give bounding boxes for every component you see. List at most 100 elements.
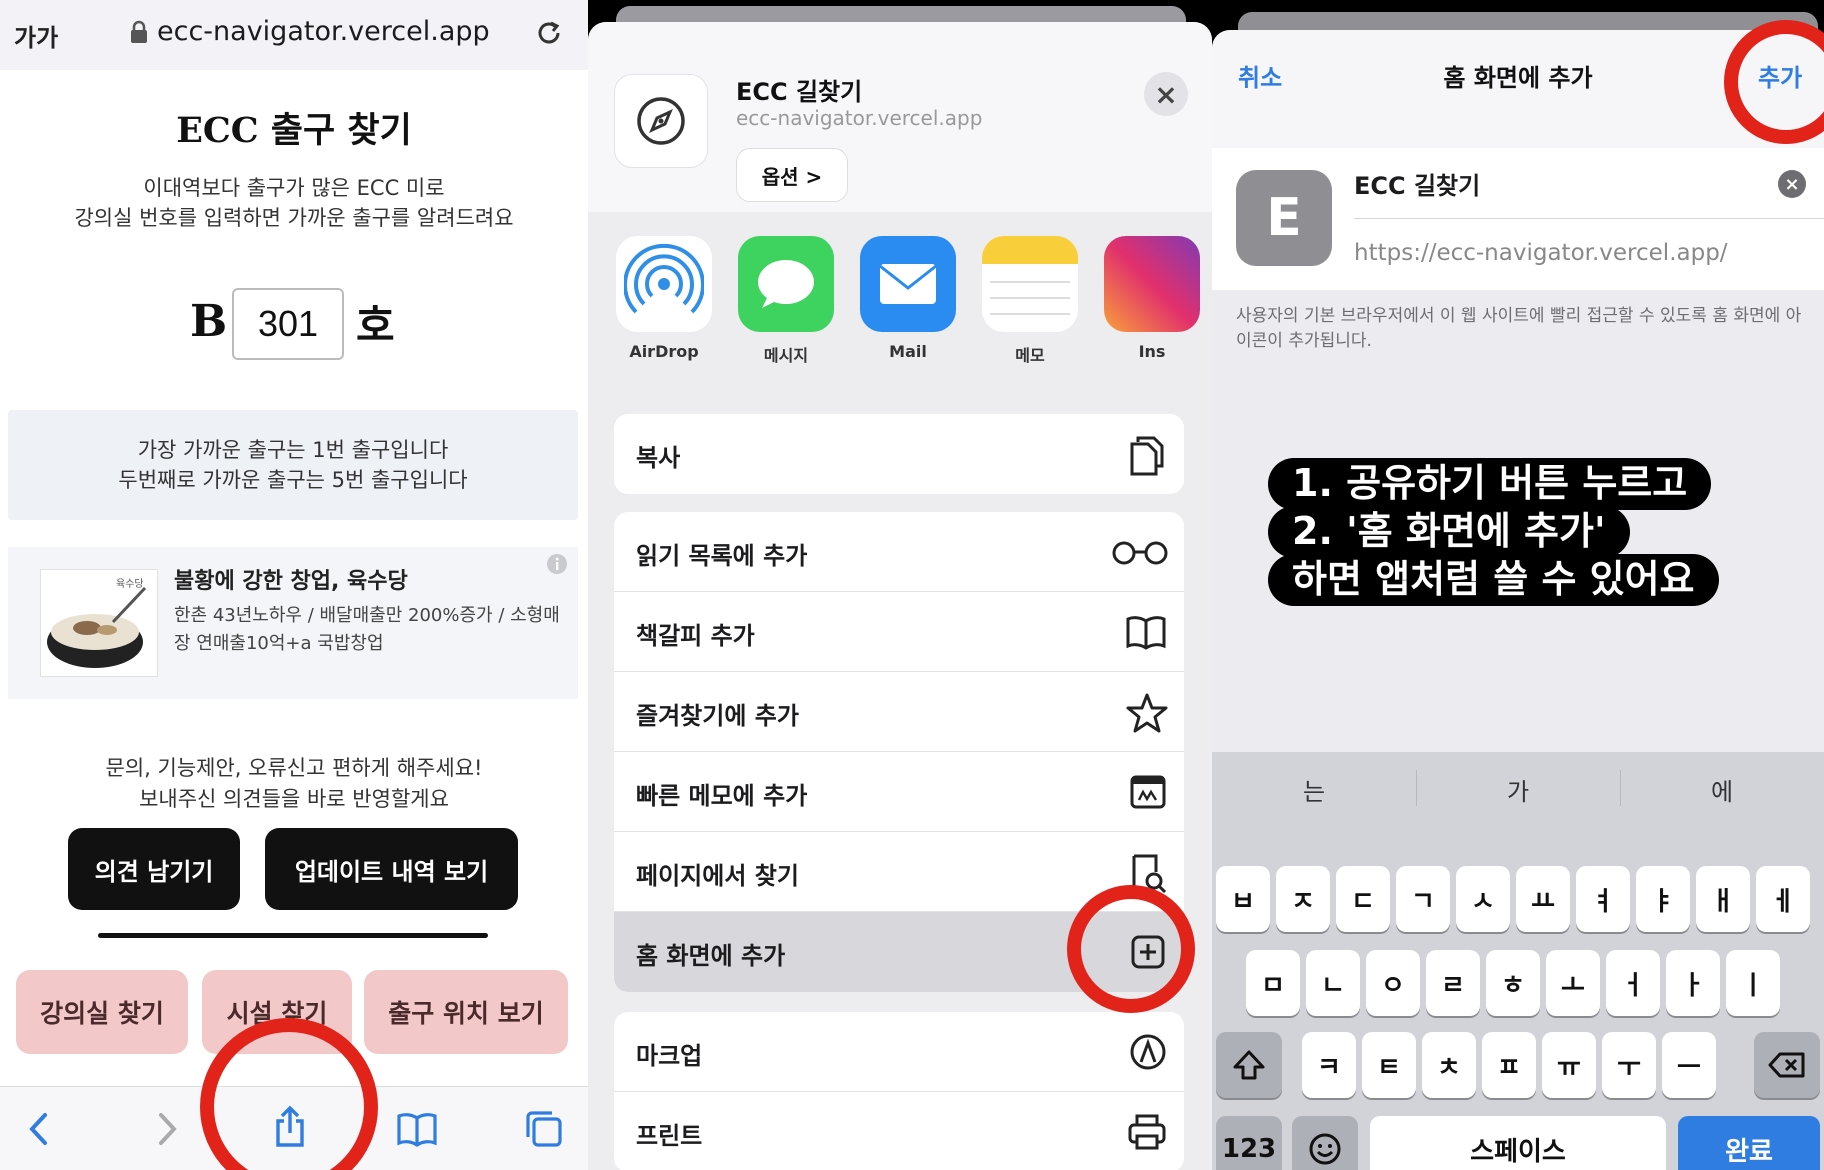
key-row3-4[interactable]: ㅍ <box>1482 1032 1536 1098</box>
key-row3-7[interactable]: ㅡ <box>1662 1032 1716 1098</box>
tab-exit-location[interactable]: 출구 위치 보기 <box>364 970 568 1054</box>
glasses-icon <box>1112 540 1168 566</box>
action-print[interactable]: 프린트 <box>614 1092 1184 1170</box>
tabs-icon[interactable] <box>524 1109 564 1149</box>
close-icon[interactable]: × <box>1144 72 1188 116</box>
key-row2-7[interactable]: ㅓ <box>1606 950 1660 1016</box>
numbers-key[interactable]: 123 <box>1216 1116 1282 1170</box>
options-button[interactable]: 옵션 > <box>736 148 848 202</box>
caption-line-2: 2. '홈 화면에 추가' <box>1268 506 1630 558</box>
key-row2-5[interactable]: ㅎ <box>1486 950 1540 1016</box>
divider <box>1354 218 1824 219</box>
suggestion-3[interactable]: 에 <box>1620 772 1824 807</box>
action-label: 책갈피 추가 <box>636 622 755 650</box>
action-label: 홈 화면에 추가 <box>636 942 786 970</box>
suggestion-2[interactable]: 가 <box>1416 772 1620 807</box>
back-icon[interactable] <box>24 1109 54 1149</box>
key-row1-5[interactable]: ㅅ <box>1456 866 1510 932</box>
scroll-indicator <box>98 933 488 938</box>
star-icon <box>1126 692 1168 734</box>
key-row3-1[interactable]: ㅋ <box>1302 1032 1356 1098</box>
caption-line-1: 1. 공유하기 버튼 누르고 <box>1268 458 1712 510</box>
key-row1-6[interactable]: ㅛ <box>1516 866 1570 932</box>
done-key[interactable]: 완료 <box>1678 1116 1820 1170</box>
update-history-button[interactable]: 업데이트 내역 보기 <box>265 828 518 910</box>
airdrop-icon <box>616 236 712 332</box>
ad-banner[interactable]: 육수당 불황에 강한 창업, 육수당 한촌 43년노하우 / 배달매출만 200… <box>8 547 578 699</box>
mail-icon <box>860 236 956 332</box>
share-sheet-header: ECC 길찾기 ecc-navigator.vercel.app 옵션 > × <box>588 22 1212 212</box>
korean-keyboard: 는 가 에 ㅂㅈㄷㄱㅅㅛㅕㅑㅐㅔ ㅁㄴㅇㄹㅎㅗㅓㅏㅣ ㅋㅌㅊㅍㅠㅜㅡ 123 스… <box>1212 752 1824 1170</box>
add-home-description: 사용자의 기본 브라우저에서 이 웹 사이트에 빨리 접근할 수 있도록 홈 화… <box>1236 306 1802 351</box>
key-row1-2[interactable]: ㅈ <box>1276 866 1330 932</box>
ad-description: 한촌 43년노하우 / 배달매출만 200%증가 / 소형매장 연매출10억+a… <box>174 605 560 654</box>
key-row2-3[interactable]: ㅇ <box>1366 950 1420 1016</box>
subtitle-line-2: 강의실 번호를 입력하면 가까운 출구를 알려드려요 <box>74 206 514 230</box>
action-copy[interactable]: 복사 <box>614 414 1184 494</box>
key-row1-9[interactable]: ㅐ <box>1696 866 1750 932</box>
share-sheet-panel: ECC 길찾기 ecc-navigator.vercel.app 옵션 > × … <box>588 0 1212 1170</box>
key-row3-2[interactable]: ㅌ <box>1362 1032 1416 1098</box>
notes-icon <box>982 236 1078 332</box>
action-add-bookmark[interactable]: 책갈피 추가 <box>614 592 1184 672</box>
compass-icon <box>614 74 708 168</box>
action-add-reading-list[interactable]: 읽기 목록에 추가 <box>614 512 1184 592</box>
room-number-input[interactable] <box>232 288 344 360</box>
url-field: https://ecc-navigator.vercel.app/ <box>1354 240 1728 266</box>
address-bar[interactable]: 가가 ecc-navigator.vercel.app <box>0 0 588 70</box>
key-row3-5[interactable]: ㅠ <box>1542 1032 1596 1098</box>
lock-icon <box>130 20 148 44</box>
safari-page-panel: 가가 ecc-navigator.vercel.app ECC 출구 찾기 이대… <box>0 0 588 1170</box>
key-row2-8[interactable]: ㅏ <box>1666 950 1720 1016</box>
share-app-instagram[interactable]: Ins <box>1102 236 1202 361</box>
messages-icon <box>738 236 834 332</box>
shift-key[interactable] <box>1216 1032 1282 1098</box>
key-row2-6[interactable]: ㅗ <box>1546 950 1600 1016</box>
action-add-quick-note[interactable]: 빠른 메모에 추가 <box>614 752 1184 832</box>
url-text[interactable]: ecc-navigator.vercel.app <box>157 16 490 47</box>
key-row1-10[interactable]: ㅔ <box>1756 866 1810 932</box>
bookmarks-icon[interactable] <box>396 1109 438 1149</box>
reader-settings-button[interactable]: 가가 <box>14 18 58 53</box>
delete-key[interactable] <box>1754 1032 1820 1098</box>
share-app-notes[interactable]: 메모 <box>980 236 1080 366</box>
key-row2-4[interactable]: ㄹ <box>1426 950 1480 1016</box>
quick-note-icon <box>1128 772 1168 812</box>
emoji-key[interactable] <box>1292 1116 1358 1170</box>
key-row1-4[interactable]: ㄱ <box>1396 866 1450 932</box>
key-row1-1[interactable]: ㅂ <box>1216 866 1270 932</box>
reload-icon[interactable] <box>532 16 566 50</box>
share-title: ECC 길찾기 <box>736 78 863 106</box>
name-field[interactable]: ECC 길찾기 <box>1354 166 1480 201</box>
feedback-button[interactable]: 의견 남기기 <box>68 828 240 910</box>
suggestion-1[interactable]: 는 <box>1212 772 1416 807</box>
share-app-messages[interactable]: 메시지 <box>736 236 836 366</box>
key-row2-1[interactable]: ㅁ <box>1246 950 1300 1016</box>
ad-thumbnail: 육수당 <box>40 569 158 677</box>
action-add-favorites[interactable]: 즐겨찾기에 추가 <box>614 672 1184 752</box>
key-row1-3[interactable]: ㄷ <box>1336 866 1390 932</box>
key-row1-8[interactable]: ㅑ <box>1636 866 1690 932</box>
clear-icon[interactable]: × <box>1778 170 1806 198</box>
share-app-airdrop[interactable]: AirDrop <box>614 236 714 361</box>
key-row3-6[interactable]: ㅜ <box>1602 1032 1656 1098</box>
tab-classroom-search[interactable]: 강의실 찾기 <box>16 970 188 1054</box>
printer-icon <box>1126 1112 1168 1152</box>
action-label: 빠른 메모에 추가 <box>636 782 808 810</box>
key-row2-2[interactable]: ㄴ <box>1306 950 1360 1016</box>
share-app-label: Ins <box>1138 342 1166 361</box>
room-number-form: B 호 <box>0 288 588 368</box>
action-label: 프린트 <box>636 1122 703 1150</box>
instagram-icon <box>1104 236 1200 332</box>
share-app-mail[interactable]: Mail <box>858 236 958 361</box>
action-markup[interactable]: 마크업 <box>614 1012 1184 1092</box>
space-key[interactable]: 스페이스 <box>1370 1116 1666 1170</box>
forward-icon[interactable] <box>152 1109 182 1149</box>
share-app-label: AirDrop <box>629 342 699 361</box>
key-row1-7[interactable]: ㅕ <box>1576 866 1630 932</box>
subtitle-line-1: 이대역보다 출구가 많은 ECC 미로 <box>143 176 445 200</box>
key-row3-3[interactable]: ㅊ <box>1422 1032 1476 1098</box>
action-label: 즐겨찾기에 추가 <box>636 702 799 730</box>
ad-info-icon[interactable] <box>546 553 568 575</box>
key-row2-9[interactable]: ㅣ <box>1726 950 1780 1016</box>
